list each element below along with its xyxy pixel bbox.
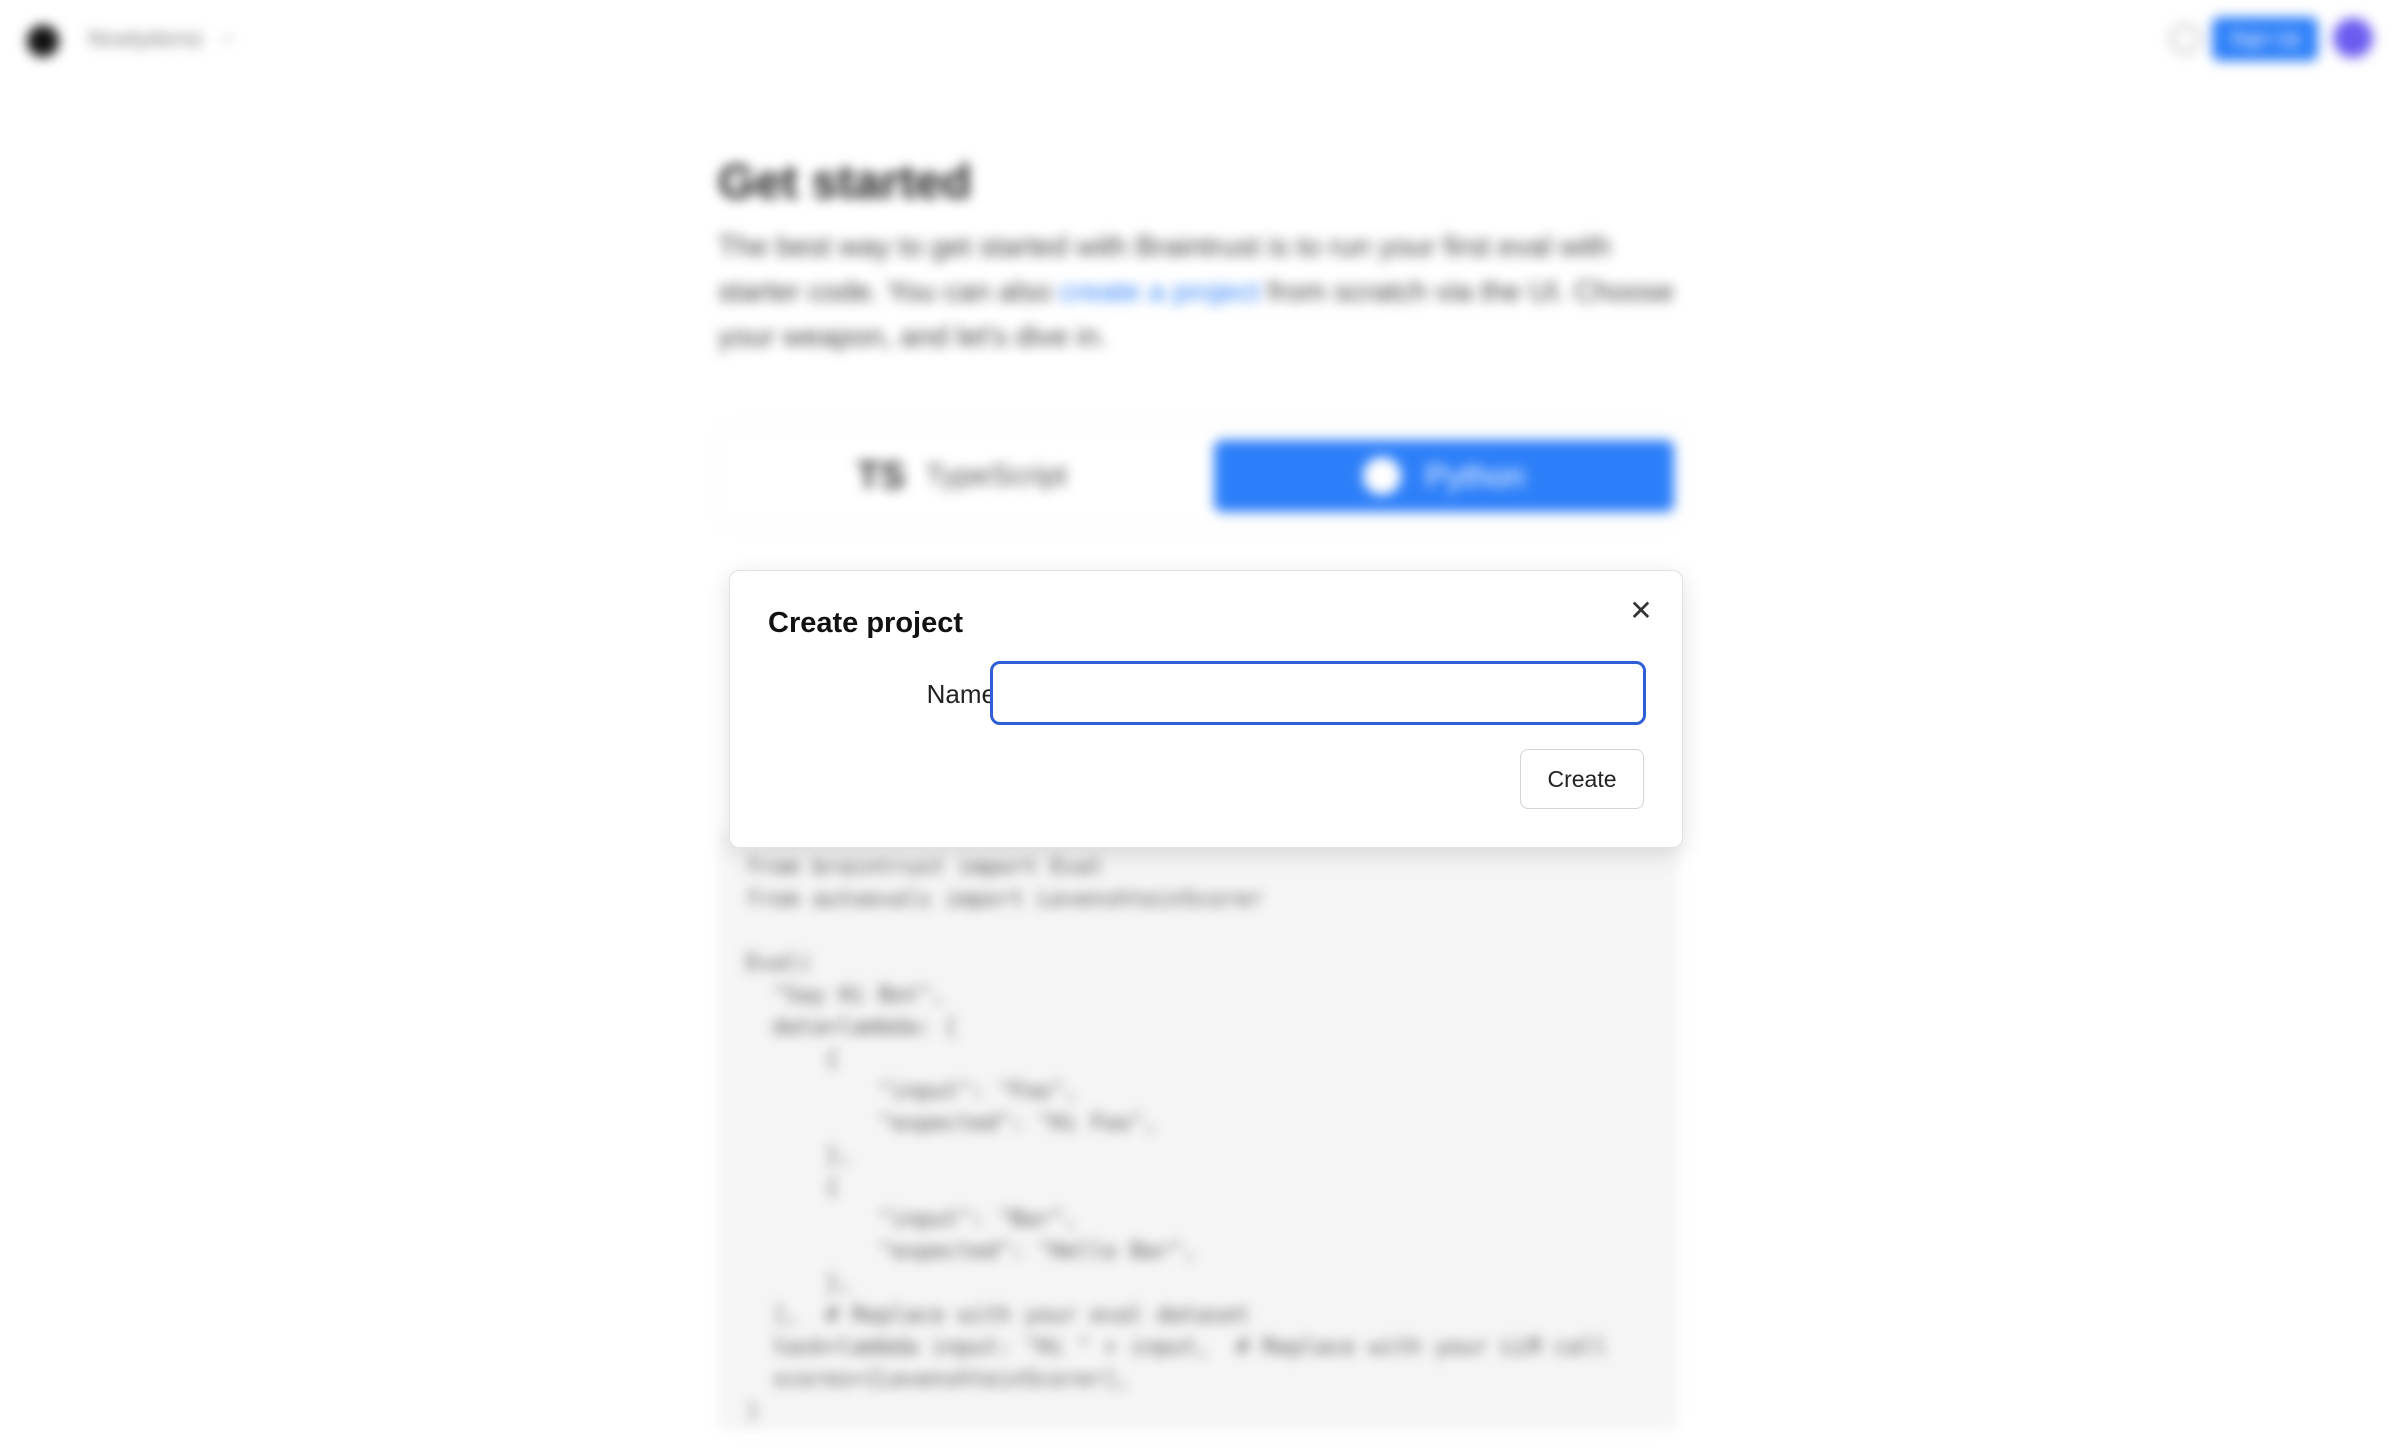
typescript-icon: TS: [856, 454, 906, 497]
tab-typescript-label: TypeScript: [925, 459, 1068, 492]
code-line: data=lambda: [: [746, 1015, 958, 1040]
code-line: "expected": "Hello Bar",: [746, 1239, 1197, 1264]
tab-typescript[interactable]: TS TypeScript: [719, 426, 1205, 526]
code-line: from braintrust import Eval: [746, 855, 1104, 880]
name-label: Name: [926, 679, 996, 709]
code-line: },: [746, 1143, 852, 1168]
dialog-title: Create project: [768, 607, 964, 639]
code-line: scores=[LevenshteinScorer],: [746, 1367, 1131, 1392]
tab-python-label: Python: [1425, 457, 1525, 494]
language-selector: TS TypeScript Python: [718, 425, 1680, 527]
help-icon[interactable]: [2170, 24, 2200, 54]
tab-python[interactable]: Python: [1214, 440, 1674, 512]
signup-button[interactable]: Sign Up: [2212, 17, 2318, 61]
code-line: "Say Hi Bot",: [746, 983, 945, 1008]
intro-text: The best way to get started with Braintr…: [718, 225, 1678, 360]
code-line: ], # Replace with your eval dataset: [746, 1303, 1250, 1328]
code-line: {: [746, 1175, 839, 1200]
code-line: "input": "Foo",: [746, 1079, 1078, 1104]
logo-icon[interactable]: [27, 25, 59, 57]
create-project-dialog: Create project ✕ Name Create: [729, 570, 1683, 848]
python-icon: [1363, 457, 1402, 495]
create-button[interactable]: Create: [1520, 749, 1644, 809]
code-line: "expected": "Hi Foo",: [746, 1111, 1157, 1136]
avatar[interactable]: [2333, 18, 2373, 58]
code-line: "input": "Bar",: [746, 1207, 1078, 1232]
code-line: Eval(: [746, 951, 813, 976]
code-line: task=lambda input: "Hi " + input, # Repl…: [746, 1335, 1607, 1360]
org-switcher[interactable]: Ncwtydsrno: [88, 26, 203, 52]
code-line: },: [746, 1271, 852, 1296]
create-project-link[interactable]: create a project: [1060, 276, 1260, 308]
chevron-down-icon[interactable]: ⌄: [218, 22, 236, 48]
code-block: from braintrust import Eval from autoeva…: [718, 830, 1678, 1430]
close-icon[interactable]: ✕: [1626, 595, 1656, 626]
code-line: ): [746, 1399, 760, 1424]
page-title: Get started: [718, 156, 972, 209]
code-line: from autoevals import LevenshteinScorer: [746, 887, 1263, 912]
project-name-input[interactable]: [990, 661, 1646, 725]
code-line: {: [746, 1047, 839, 1072]
code-text: from braintrust import Eval from autoeva…: [718, 830, 1678, 1450]
